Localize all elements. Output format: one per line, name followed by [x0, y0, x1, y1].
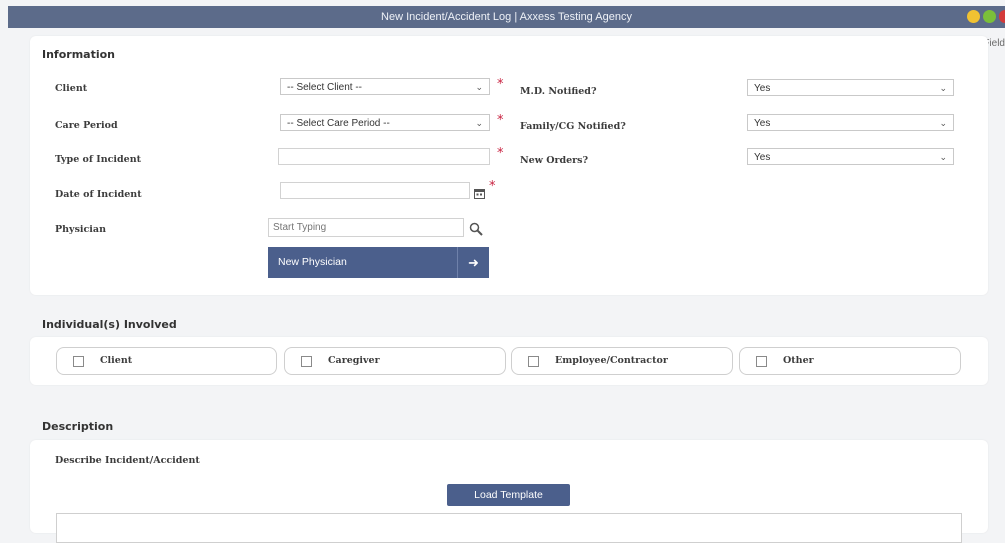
window-titlebar: New Incident/Accident Log | Axxess Testi… — [8, 6, 1005, 28]
minimize-icon[interactable] — [967, 10, 980, 23]
checkbox-icon — [756, 356, 767, 367]
checkbox-icon — [301, 356, 312, 367]
chevron-down-icon: ⌄ — [939, 118, 947, 128]
family-notified-label: Family/CG Notified? — [520, 121, 626, 132]
description-title: Description — [42, 420, 114, 433]
md-notified-value: Yes — [754, 83, 771, 94]
individual-option-label: Client — [100, 355, 133, 366]
maximize-icon[interactable] — [983, 10, 996, 23]
new-orders-value: Yes — [754, 152, 771, 163]
individual-other-checkbox[interactable]: Other — [739, 347, 961, 375]
chevron-down-icon: ⌄ — [475, 118, 483, 128]
chevron-down-icon: ⌄ — [939, 83, 947, 93]
care-period-select[interactable]: -- Select Care Period -- ⌄ — [280, 114, 490, 131]
window-controls — [967, 10, 1005, 23]
description-textarea[interactable] — [56, 513, 962, 543]
arrow-right-icon: ➜ — [457, 247, 489, 278]
individual-employee-checkbox[interactable]: Employee/Contractor — [511, 347, 733, 375]
physician-search-input[interactable] — [268, 218, 464, 237]
client-select[interactable]: -- Select Client -- ⌄ — [280, 78, 490, 95]
new-orders-select[interactable]: Yes ⌄ — [747, 148, 954, 165]
information-panel — [30, 36, 988, 295]
individual-client-checkbox[interactable]: Client — [56, 347, 277, 375]
load-template-button[interactable]: Load Template — [447, 484, 570, 506]
information-title: Information — [42, 48, 115, 61]
individual-option-label: Employee/Contractor — [555, 355, 668, 366]
individuals-title: Individual(s) Involved — [42, 318, 177, 331]
type-of-incident-label: Type of Incident — [55, 154, 141, 165]
new-physician-button[interactable]: New Physician ➜ — [268, 247, 489, 278]
individual-caregiver-checkbox[interactable]: Caregiver — [284, 347, 506, 375]
required-star-icon: * — [497, 146, 504, 161]
client-select-value: -- Select Client -- — [287, 82, 363, 93]
chevron-down-icon: ⌄ — [475, 82, 483, 92]
calendar-icon[interactable] — [474, 184, 485, 199]
care-period-select-value: -- Select Care Period -- — [287, 118, 390, 129]
checkbox-icon — [528, 356, 539, 367]
close-icon[interactable] — [999, 10, 1005, 23]
required-star-icon: * — [497, 77, 504, 92]
care-period-label: Care Period — [55, 120, 118, 131]
md-notified-select[interactable]: Yes ⌄ — [747, 79, 954, 96]
describe-incident-label: Describe Incident/Accident — [55, 455, 200, 466]
chevron-down-icon: ⌄ — [939, 152, 947, 162]
date-of-incident-input[interactable] — [280, 182, 470, 199]
family-notified-value: Yes — [754, 118, 771, 129]
window-title: New Incident/Accident Log | Axxess Testi… — [381, 11, 632, 23]
family-notified-select[interactable]: Yes ⌄ — [747, 114, 954, 131]
date-of-incident-label: Date of Incident — [55, 189, 142, 200]
new-orders-label: New Orders? — [520, 155, 589, 166]
search-icon[interactable] — [469, 221, 483, 236]
checkbox-icon — [73, 356, 84, 367]
required-star-icon: * — [489, 179, 496, 194]
physician-label: Physician — [55, 224, 106, 235]
required-star-icon: * — [497, 113, 504, 128]
individual-option-label: Other — [783, 355, 814, 366]
client-label: Client — [55, 83, 88, 94]
md-notified-label: M.D. Notified? — [520, 86, 597, 97]
individual-option-label: Caregiver — [328, 355, 380, 366]
type-of-incident-input[interactable] — [278, 148, 490, 165]
new-physician-label: New Physician — [278, 256, 347, 268]
